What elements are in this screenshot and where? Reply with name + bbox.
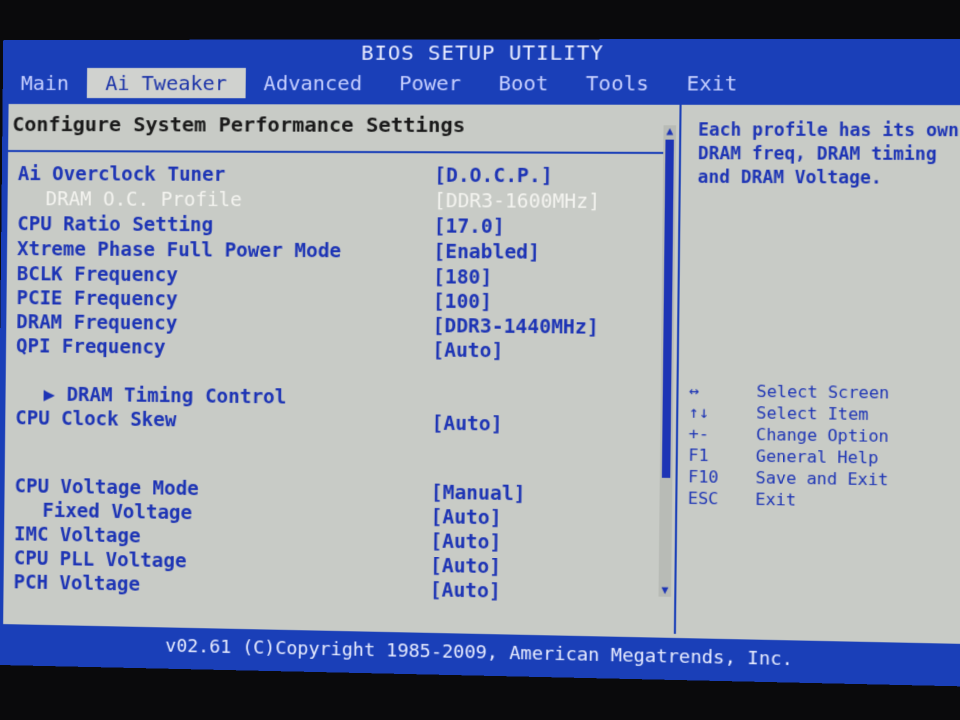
key-description: General Help [755,446,879,468]
setting-value[interactable]: [180] [433,265,492,290]
setting-value[interactable]: [DDR3-1600MHz] [434,189,600,214]
scroll-up-arrow-icon[interactable]: ▲ [663,124,676,137]
setting-label: Xtreme Phase Full Power Mode [16,238,342,263]
menu-power[interactable]: Power [380,68,480,99]
help-description: Each profile has its own DRAM freq, DRAM… [697,120,959,189]
up-down-arrows-icon: ↑↓ [688,402,710,423]
key-legend: ↔ Select Screen ↑↓ Select Item +- Change… [688,380,960,514]
setting-label: CPU PLL Voltage [13,547,187,573]
key-label: F10 [688,466,719,487]
key-label: ESC [687,488,719,509]
key-description: Save and Exit [755,467,889,490]
key-description: Change Option [755,424,889,447]
key-description: Exit [755,489,797,510]
key-label: +- [688,423,709,444]
setting-label: CPU Voltage Mode [14,475,199,501]
key-label: F1 [688,445,709,466]
page-title: Configure System Performance Settings [12,112,466,138]
setting-dram-oc-profile[interactable]: DRAM O.C. Profile [DDR3-1600MHz] [17,187,652,214]
setting-ai-overclock-tuner[interactable]: Ai Overclock Tuner [D.O.C.P.] [18,162,653,189]
setting-value[interactable]: [Auto] [431,411,502,436]
menu-boot[interactable]: Boot [480,68,568,99]
app-title: BIOS SETUP UTILITY [360,40,605,65]
setting-label: PCIE Frequency [16,287,178,311]
setting-cpu-ratio[interactable]: CPU Ratio Setting [17.0] [17,212,652,240]
menu-advanced[interactable]: Advanced [245,68,381,98]
menu-bar: Main Ai Tweaker Advanced Power Boot Tool… [3,66,960,101]
bios-screen: BIOS SETUP UTILITY Main Ai Tweaker Advan… [0,38,960,687]
setting-label: CPU Ratio Setting [17,213,214,237]
setting-value[interactable]: [Auto] [430,578,501,604]
setting-label: ▶ DRAM Timing Control [43,383,287,409]
settings-pane: Configure System Performance Settings Ai… [3,103,682,634]
menu-ai-tweaker[interactable]: Ai Tweaker [86,67,246,99]
key-hint: ESC Exit [688,487,960,513]
setting-qpi-frequency[interactable]: QPI Frequency [Auto] [16,334,651,365]
setting-value[interactable]: [Auto] [430,529,501,555]
setting-label: Ai Overclock Tuner [17,163,226,186]
setting-label: QPI Frequency [15,335,166,359]
setting-xtreme-phase[interactable]: Xtreme Phase Full Power Mode [Enabled] [17,237,652,265]
key-description: Select Item [756,403,869,425]
setting-value[interactable]: [Auto] [430,554,501,580]
setting-value[interactable]: [D.O.C.P.] [434,163,553,188]
setting-label: Fixed Voltage [42,499,193,525]
setting-value[interactable]: [Auto] [430,505,501,531]
setting-value[interactable]: [100] [433,289,492,314]
setting-value[interactable]: [Auto] [432,338,503,363]
setting-label: BCLK Frequency [16,263,179,287]
scroll-thumb[interactable] [661,139,674,478]
menu-tools[interactable]: Tools [567,68,668,99]
title-divider [8,150,664,154]
setting-label: DRAM O.C. Profile [45,188,243,212]
setting-value[interactable]: [Manual] [431,480,526,506]
menu-main[interactable]: Main [3,68,88,98]
key-description: Select Screen [756,381,890,403]
help-pane: Each profile has its own DRAM freq, DRAM… [678,105,960,640]
setting-label: IMC Voltage [13,523,141,548]
setting-label: DRAM Frequency [16,311,178,335]
setting-label: PCH Voltage [13,571,141,596]
setting-value[interactable]: [Enabled] [433,240,540,265]
scroll-down-arrow-icon[interactable]: ▼ [659,583,672,597]
left-right-arrows-icon: ↔ [688,380,700,401]
content-panel: Configure System Performance Settings Ai… [1,101,960,647]
menu-exit[interactable]: Exit [668,68,757,99]
setting-label: CPU Clock Skew [15,407,177,432]
setting-value[interactable]: [17.0] [434,214,505,239]
setting-value[interactable]: [DDR3-1440MHz] [432,314,598,340]
scrollbar[interactable]: ▲ ▼ [658,124,677,597]
